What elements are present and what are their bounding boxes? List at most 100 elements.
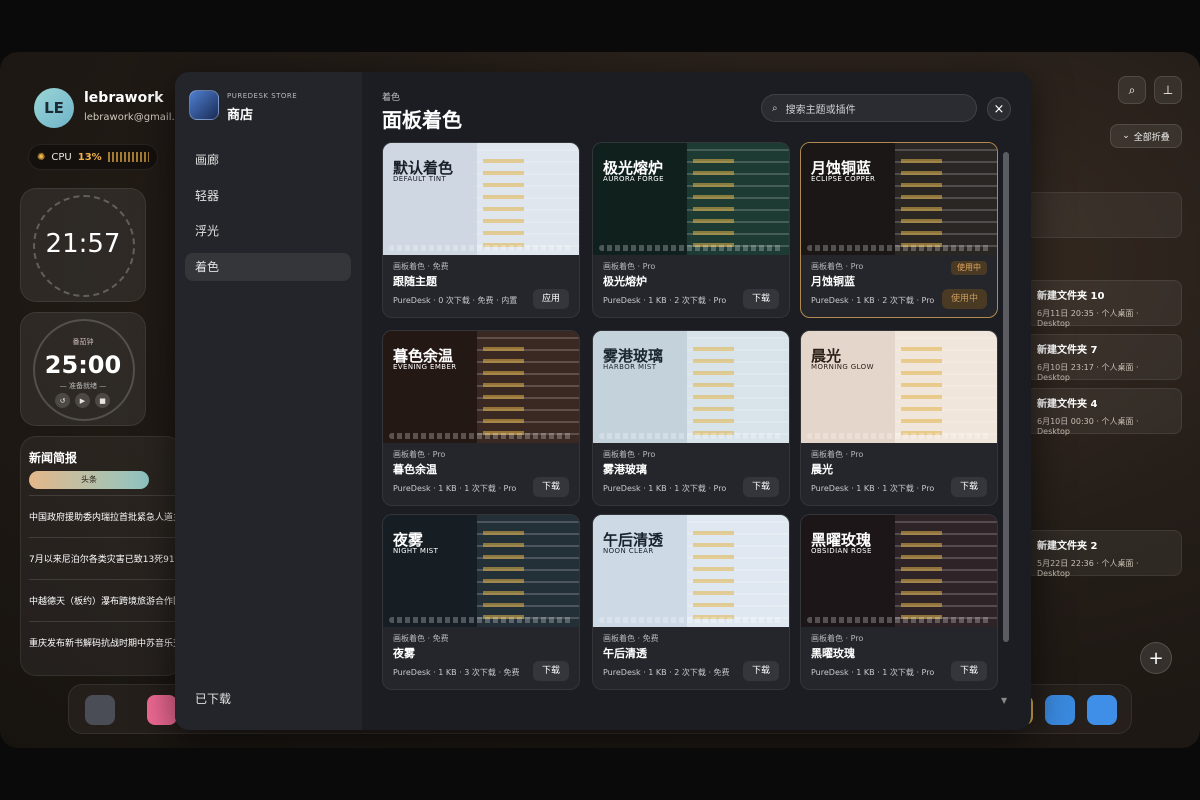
in-use-badge: 使用中	[951, 261, 987, 275]
store-logo-icon	[189, 90, 219, 120]
news-item[interactable]: 中国政府援助委内瑞拉首批紧急人道主义救灾物资启运	[29, 495, 179, 523]
theme-card[interactable]: 雾港玻璃 HARBOR MIST 画板着色 · Pro 雾港玻璃 PureDesk · …	[592, 330, 790, 506]
folder-name: 新建文件夹 7	[1037, 345, 1098, 356]
news-item[interactable]: 7月以来尼泊尔各类灾害已致13死91伤	[29, 537, 179, 565]
nav-floating[interactable]: 浮光	[185, 217, 351, 245]
theme-grid: 默认着色 DEFAULT TINT 画板着色 · 免费 跟随主题 PureDesk · …	[382, 142, 1002, 730]
close-button[interactable]: ×	[987, 97, 1011, 121]
theme-preview-subtitle: OBSIDIAN ROSE	[811, 547, 872, 555]
nav-downloaded[interactable]: 已下载	[195, 690, 231, 707]
theme-preview-subtitle: NIGHT MIST	[393, 547, 439, 555]
news-item[interactable]: 中越德天（板约）瀑布跨境旅游合作区开通	[29, 579, 179, 607]
theme-action-button[interactable]: 下载	[742, 477, 779, 497]
news-tab-headline[interactable]: 头条	[29, 471, 149, 489]
theme-preview-subtitle: ECLIPSE COPPER	[811, 175, 876, 183]
bilibili-icon[interactable]	[147, 695, 177, 725]
theme-name: 黑曜玫瑰	[811, 647, 855, 660]
news-widget: 新闻简报 头条 中国政府援助委内瑞拉首批紧急人道主义救灾物资启运 7月以来尼泊尔…	[20, 436, 182, 676]
theme-name: 雾港玻璃	[603, 463, 647, 476]
theme-meta: PureDesk · 1 KB · 1 次下载 · Pro	[811, 668, 935, 677]
feishu-icon[interactable]	[1045, 695, 1075, 725]
theme-name: 晨光	[811, 463, 833, 476]
folder-item[interactable]: 新建文件夹 2 5月22日 22:36 · 个人桌面 · Desktop	[1026, 530, 1182, 578]
theme-name: 午后清透	[603, 647, 647, 660]
timer-status: — 准备就绪 —	[59, 382, 107, 390]
search-icon[interactable]: ⌕	[1118, 76, 1146, 104]
theme-preview-subtitle: DEFAULT TINT	[393, 175, 447, 183]
theme-category: 画板着色 · 免费	[603, 634, 659, 643]
theme-meta: PureDesk · 1 KB · 2 次下载 · Pro	[811, 296, 935, 305]
theme-card[interactable]: 晨光 MORNING GLOW 画板着色 · Pro 晨光 PureDesk · 1 K…	[800, 330, 998, 506]
clock-time: 21:57	[45, 229, 121, 259]
nav-tint[interactable]: 着色	[185, 253, 351, 281]
nav-gallery[interactable]: 画廊	[185, 146, 351, 174]
section-eyebrow: 着色	[382, 93, 401, 103]
theme-action-button[interactable]: 使用中	[941, 289, 987, 309]
search-icon: ⌕	[772, 102, 778, 114]
photos-icon[interactable]	[1087, 695, 1117, 725]
play-icon[interactable]: ▶	[75, 393, 90, 408]
store-sidebar: PUREDESK STORE 商店 画廊 轻器 浮光 着色 已下载	[175, 72, 362, 730]
cpu-monitor[interactable]: ✺ CPU 13%	[28, 144, 158, 170]
news-title: 新闻简报	[29, 451, 78, 465]
app-grid-icon[interactable]	[85, 695, 115, 725]
folder-item[interactable]: 新建文件夹 4 6月10日 00:30 · 个人桌面 · Desktop	[1026, 388, 1182, 436]
cpu-value: 13%	[77, 151, 102, 163]
reset-icon[interactable]: ↺	[55, 393, 70, 408]
theme-meta: PureDesk · 1 KB · 2 次下载 · 免费	[603, 668, 730, 677]
theme-action-button[interactable]: 下载	[532, 477, 569, 497]
avatar[interactable]: LE	[34, 88, 74, 128]
theme-preview-subtitle: AURORA FORGE	[603, 175, 664, 183]
theme-category: 画板着色 · Pro	[811, 262, 864, 271]
search-placeholder: 搜索主题或插件	[785, 104, 856, 116]
theme-category: 画板着色 · Pro	[603, 262, 656, 271]
theme-card[interactable]: 月蚀铜蓝 ECLIPSE COPPER 画板着色 · Pro 使用中 月蚀铜蓝 PureD…	[800, 142, 998, 318]
store-brand: 商店	[227, 108, 254, 123]
theme-card[interactable]: 黑曜玫瑰 OBSIDIAN ROSE 画板着色 · Pro 黑曜玫瑰 PureDesk …	[800, 514, 998, 690]
folder-name: 新建文件夹 10	[1037, 291, 1105, 302]
search-input[interactable]: ⌕ 搜索主题或插件	[761, 94, 977, 122]
theme-card[interactable]: 暮色余温 EVENING EMBER 画板着色 · Pro 暮色余温 PureDesk …	[382, 330, 580, 506]
theme-card[interactable]: 夜雾 NIGHT MIST 画板着色 · 免费 夜雾 PureDesk · 1 KB ·…	[382, 514, 580, 690]
folder-meta: 6月10日 00:30 · 个人桌面 · Desktop	[1037, 417, 1139, 436]
scrollbar[interactable]	[1003, 152, 1009, 642]
theme-action-button[interactable]: 下载	[742, 661, 779, 681]
theme-meta: PureDesk · 1 KB · 1 次下载 · Pro	[393, 484, 517, 493]
theme-card[interactable]: 极光熔炉 AURORA FORGE 画板着色 · Pro 极光熔炉 PureDesk ·…	[592, 142, 790, 318]
theme-action-button[interactable]: 下载	[950, 661, 987, 681]
folder-item[interactable]: 新建文件夹 10 6月11日 20:35 · 个人桌面 · Desktop	[1026, 280, 1182, 328]
section-title: 面板着色	[382, 108, 462, 132]
theme-card[interactable]: 午后清透 NOON CLEAR 画板着色 · 免费 午后清透 PureDesk · 1 …	[592, 514, 790, 690]
store-modal: PUREDESK STORE 商店 画廊 轻器 浮光 着色 已下载 着色 面板着…	[175, 72, 1031, 730]
clock-widget[interactable]: 21:57	[20, 188, 146, 302]
add-button[interactable]: +	[1140, 642, 1172, 674]
folder-name: 新建文件夹 2	[1037, 541, 1098, 552]
theme-action-button[interactable]: 下载	[950, 477, 987, 497]
stop-icon[interactable]: ■	[95, 393, 110, 408]
cpu-icon: ✺	[37, 151, 46, 163]
timer-time: 25:00	[44, 351, 122, 379]
folder-meta: 6月11日 20:35 · 个人桌面 · Desktop	[1037, 309, 1139, 328]
theme-action-button[interactable]: 下载	[532, 661, 569, 681]
theme-preview: 极光熔炉 AURORA FORGE	[593, 143, 789, 255]
theme-action-button[interactable]: 应用	[532, 289, 569, 309]
nav-widgets[interactable]: 轻器	[185, 182, 351, 210]
theme-card[interactable]: 默认着色 DEFAULT TINT 画板着色 · 免费 跟随主题 PureDesk · …	[382, 142, 580, 318]
theme-meta: PureDesk · 1 KB · 2 次下载 · Pro	[603, 296, 727, 305]
cpu-label: CPU	[51, 151, 72, 163]
pomodoro-widget[interactable]: 番茄钟 25:00 — 准备就绪 — ↺ ▶ ■	[20, 312, 146, 426]
pin-icon[interactable]: ⊥	[1154, 76, 1182, 104]
theme-action-button[interactable]: 下载	[742, 289, 779, 309]
theme-preview-subtitle: MORNING GLOW	[811, 363, 874, 371]
scroll-down-icon[interactable]: ▼	[1001, 696, 1007, 705]
theme-category: 画板着色 · Pro	[811, 450, 864, 459]
folder-meta: 6月10日 23:17 · 个人桌面 · Desktop	[1037, 363, 1139, 382]
folder-name: 新建文件夹 4	[1037, 399, 1098, 410]
cpu-graph	[107, 152, 149, 162]
fold-all-button[interactable]: ⌄ 全部折叠	[1110, 124, 1182, 148]
theme-preview: 暮色余温 EVENING EMBER	[383, 331, 579, 443]
theme-meta: PureDesk · 1 KB · 1 次下载 · Pro	[603, 484, 727, 493]
folder-item[interactable]: 新建文件夹 7 6月10日 23:17 · 个人桌面 · Desktop	[1026, 334, 1182, 382]
theme-preview: 夜雾 NIGHT MIST	[383, 515, 579, 627]
news-item[interactable]: 重庆发布新书解码抗战时期中苏音乐交流史	[29, 621, 179, 649]
